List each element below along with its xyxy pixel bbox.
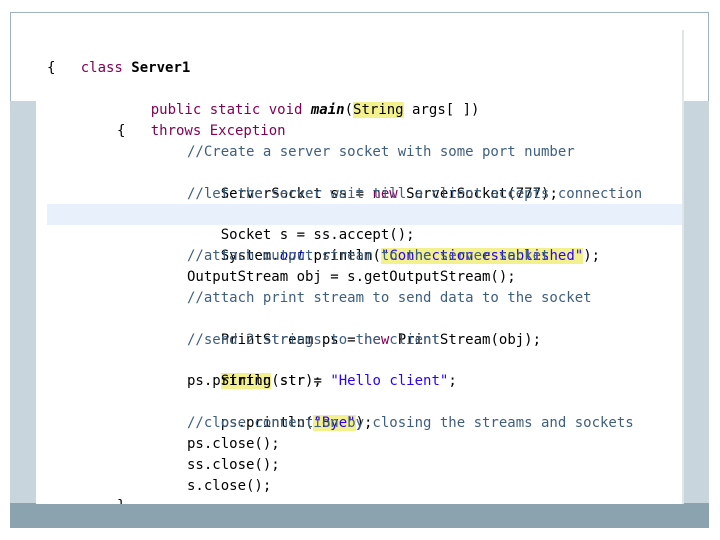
code-comment: //close connection by closing the stream… xyxy=(187,415,634,431)
code-line-17: ps.println(str); xyxy=(187,373,322,389)
code-comment: //attach print stream to send data to th… xyxy=(187,290,592,306)
code-line-3: public static void main(String args[ ]) xyxy=(117,79,683,118)
code-line-5: { xyxy=(117,123,126,139)
code-line-7: ServerSocket ss = new ServerSocket(777); xyxy=(187,163,683,202)
code-line-18: ps.println("Bye"); xyxy=(187,392,683,431)
slide-footer-band xyxy=(10,503,709,528)
code-comment: //let the server wait till a client acce… xyxy=(187,186,643,202)
code-line-10: System.out.println("Connection establish… xyxy=(187,225,683,264)
code-line-22: s.close(); xyxy=(187,478,272,494)
editor-border xyxy=(682,30,684,504)
code-line-23: } xyxy=(117,496,683,504)
code-line-14: PrintStream ps = new PrintStream(obj); xyxy=(187,309,683,348)
code-comment: //send 2 strings to the client xyxy=(187,332,440,348)
code-editor[interactable]: class Server1 { public static void main(… xyxy=(36,30,683,504)
code-line-20: ps.close(); xyxy=(187,436,280,452)
code-line-1: class Server1 xyxy=(47,37,683,76)
code-comment: //attach output stream to the server soc… xyxy=(187,248,550,264)
current-line-highlight[interactable]: Socket s = ss.accept(); xyxy=(47,204,683,243)
code-line-16: String str = "Hello client"; xyxy=(187,350,683,389)
code-line-12: OutputStream obj = s.getOutputStream(); xyxy=(187,269,516,285)
code-line-2: { xyxy=(47,60,56,76)
code-line-21: ss.close(); xyxy=(187,457,280,473)
code-comment: //Create a server socket with some port … xyxy=(187,144,575,160)
code-line-4: throws Exception xyxy=(117,100,683,139)
